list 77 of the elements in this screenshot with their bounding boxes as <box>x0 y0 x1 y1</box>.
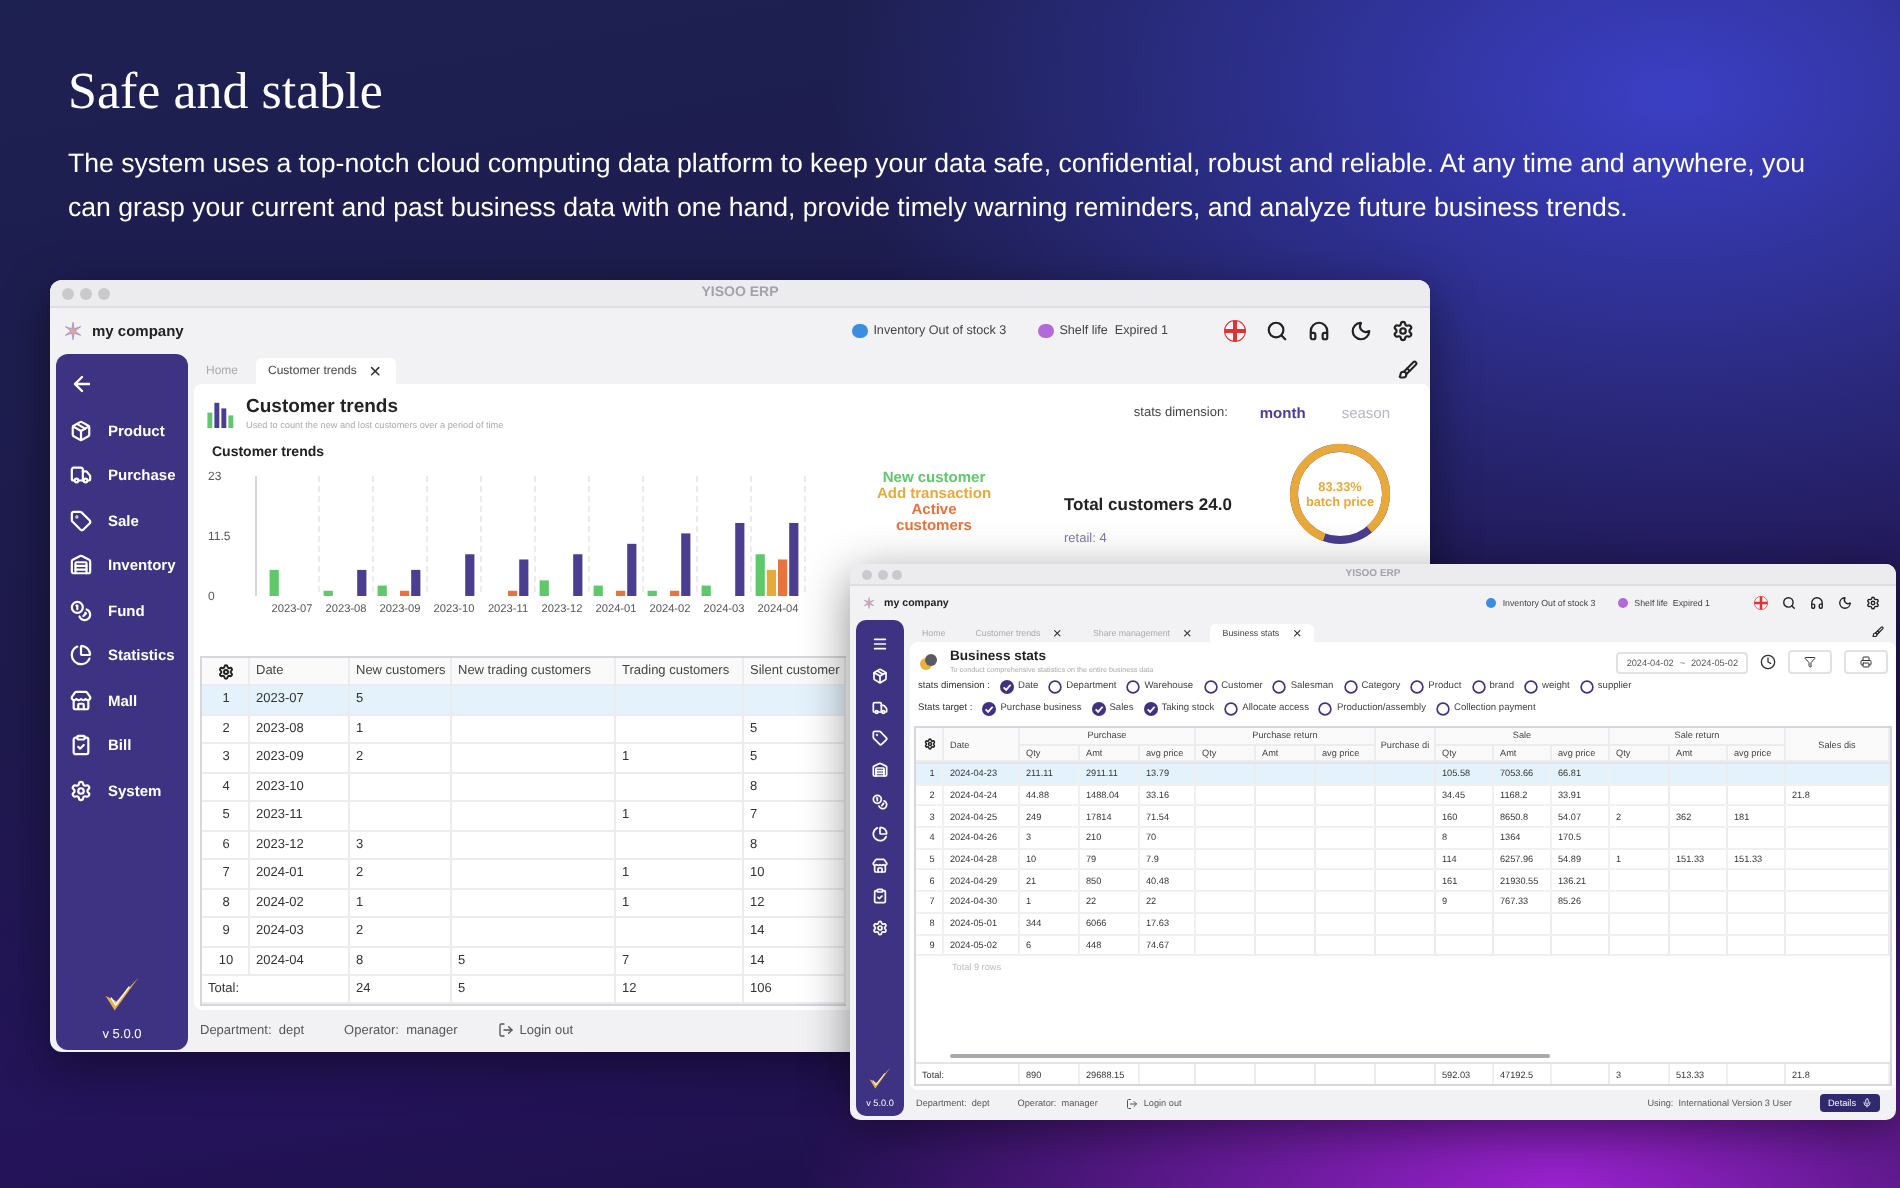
chart-bar <box>377 585 387 596</box>
print-button[interactable] <box>1844 650 1888 674</box>
radio-button[interactable] <box>1203 680 1218 694</box>
settings-icon[interactable] <box>218 663 234 679</box>
coins-icon <box>70 599 92 622</box>
radio-button[interactable] <box>1471 680 1486 694</box>
store-icon[interactable] <box>872 857 888 874</box>
radio-button[interactable] <box>1224 702 1239 716</box>
scrollbar[interactable] <box>950 1053 1550 1058</box>
clock-icon[interactable] <box>1760 654 1776 670</box>
radio-button[interactable] <box>1410 680 1425 694</box>
headline: Safe and stable <box>68 62 385 122</box>
bar-chart-icon <box>206 399 234 427</box>
radio-button[interactable] <box>1436 702 1450 716</box>
chart-bar <box>323 590 333 596</box>
warehouse-icon <box>70 554 92 577</box>
pie-chart-icon <box>70 644 92 667</box>
close-icon[interactable] <box>1182 627 1193 639</box>
filter-icon <box>1804 656 1816 668</box>
back-arrow-icon[interactable] <box>70 372 94 396</box>
search-icon[interactable] <box>1782 596 1796 610</box>
chart-bar <box>357 569 367 596</box>
moon-icon[interactable] <box>1838 596 1852 610</box>
radio-button[interactable] <box>1048 680 1063 694</box>
chart-bar <box>465 554 475 596</box>
box-icon <box>70 419 92 442</box>
radio-button[interactable] <box>1272 680 1287 694</box>
headset-icon[interactable] <box>1810 596 1824 610</box>
close-icon[interactable] <box>1291 627 1302 639</box>
close-icon[interactable] <box>1052 627 1063 639</box>
chart-bar <box>701 585 711 596</box>
menu-icon[interactable] <box>872 636 888 652</box>
radio-button[interactable] <box>1126 680 1141 694</box>
close-icon[interactable] <box>368 363 384 379</box>
clipboard-icon <box>70 734 92 757</box>
radio-button[interactable] <box>1343 680 1358 694</box>
intro-paragraph: The system uses a top-notch cloud computing data platform to keep your data safe, confidential, robust and reliable. At any time and anywhere, you can grasp your current and past business data with one hand, provide timely warning reminders, and analyze future business trends. <box>68 146 1807 226</box>
chart-bar <box>647 590 657 596</box>
company-logo <box>862 596 876 610</box>
tag-icon <box>70 509 92 532</box>
box-icon[interactable] <box>872 667 888 684</box>
radio-button[interactable] <box>1318 702 1333 716</box>
page-title: Customer trends <box>246 396 401 418</box>
filter-button[interactable] <box>1788 650 1832 674</box>
printer-icon <box>1860 656 1872 668</box>
truck-icon[interactable] <box>872 699 888 716</box>
brush-icon[interactable] <box>1398 359 1418 379</box>
moon-icon[interactable] <box>1350 320 1372 342</box>
flag-icon[interactable] <box>1224 320 1246 342</box>
store-icon <box>70 689 92 712</box>
chart-bar <box>735 522 745 596</box>
chart-bar <box>573 554 583 596</box>
tag-icon[interactable] <box>872 730 888 747</box>
brush-icon[interactable] <box>1872 625 1884 637</box>
coins-icon[interactable] <box>872 793 888 810</box>
settings-icon[interactable] <box>1392 320 1414 342</box>
logout-icon <box>497 1022 514 1038</box>
settings-icon[interactable] <box>923 738 935 750</box>
settings-icon[interactable] <box>1866 596 1880 610</box>
headset-icon[interactable] <box>1308 320 1330 342</box>
settings-icon <box>70 779 92 802</box>
radio-button[interactable] <box>1524 680 1538 694</box>
coins-icon <box>918 652 938 672</box>
clipboard-icon[interactable] <box>872 888 888 905</box>
truck-icon <box>70 464 92 487</box>
warehouse-icon[interactable] <box>872 762 888 779</box>
total-customers: Total customers 24.0 <box>1064 494 1232 514</box>
mic-icon <box>1862 1098 1872 1108</box>
logout-icon <box>1125 1097 1138 1109</box>
chart-bar <box>593 585 603 596</box>
chart-bar <box>269 569 279 596</box>
company-logo <box>62 320 84 342</box>
pie-chart-icon[interactable] <box>872 825 888 842</box>
chart-bar <box>539 580 549 596</box>
radio-button[interactable] <box>1579 680 1594 694</box>
search-icon[interactable] <box>1266 320 1288 342</box>
flag-icon[interactable] <box>1754 596 1768 610</box>
